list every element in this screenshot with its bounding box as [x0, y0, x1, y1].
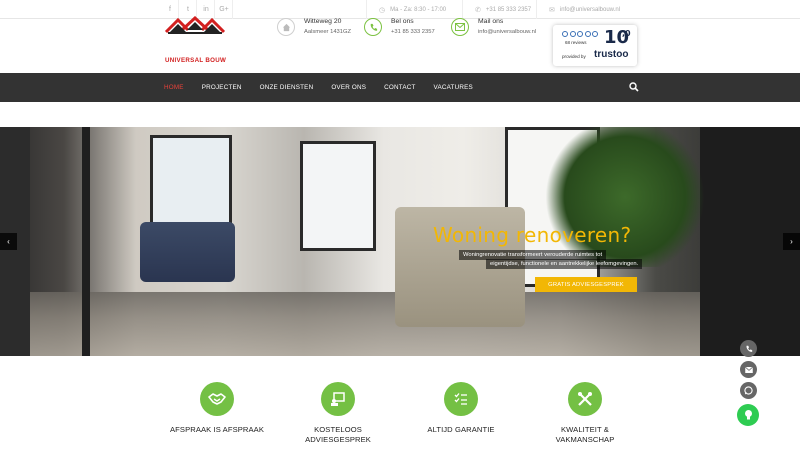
- call-number[interactable]: +31 85 333 2357: [391, 27, 435, 37]
- phone-icon: [745, 345, 752, 352]
- nav-menu: HOME PROJECTEN ONZE DIENSTEN OVER ONS CO…: [164, 73, 491, 102]
- hero-slider: Woning renoveren? Woningrenovatie transf…: [0, 127, 800, 356]
- nav-item-vacatures[interactable]: VACATURES: [434, 84, 473, 91]
- float-phone-button[interactable]: [740, 340, 757, 357]
- envelope-icon: ✉: [549, 6, 555, 14]
- header-address: Witteweg 20 Aalsmeer 1431GZ: [277, 17, 351, 37]
- main-navigation: HOME PROJECTEN ONZE DIENSTEN OVER ONS CO…: [0, 73, 800, 102]
- mail-address[interactable]: info@universalbouw.nl: [478, 27, 536, 37]
- checklist-icon: [444, 382, 478, 416]
- search-icon[interactable]: [629, 82, 639, 92]
- float-whatsapp-button[interactable]: [740, 382, 757, 399]
- review-count: 68 reviews: [565, 40, 587, 45]
- logo-text: UNIVERSAL BOUW: [165, 57, 227, 64]
- feature-label: KOSTELOOS ADVIESGESPREK: [305, 425, 371, 444]
- call-label: Bel ons: [391, 18, 414, 25]
- hero-subtext-line2: eigentijdse, functionele en aantrekkelij…: [486, 259, 643, 269]
- nav-item-projecten[interactable]: PROJECTEN: [202, 84, 242, 91]
- rating-stars-icon: [562, 31, 600, 37]
- nav-item-home[interactable]: HOME: [164, 84, 184, 91]
- logo-icon[interactable]: [164, 16, 226, 52]
- handshake-icon: [200, 382, 234, 416]
- topbar-phone-text: +31 85 333 2357: [485, 6, 532, 13]
- nav-item-over-ons[interactable]: OVER ONS: [331, 84, 366, 91]
- tools-icon: [568, 382, 602, 416]
- feature-label: AFSPRAAK IS AFSPRAAK: [170, 425, 264, 434]
- consultation-icon: [321, 382, 355, 416]
- feature-adviesgesprek: KOSTELOOS ADVIESGESPREK: [278, 382, 398, 445]
- mail-label: Mail ons: [478, 18, 504, 25]
- hero-headline: Woning renoveren?: [433, 223, 632, 247]
- header-call[interactable]: Bel ons +31 85 333 2357: [364, 17, 435, 37]
- envelope-icon: [451, 18, 469, 36]
- chat-icon: [744, 410, 752, 420]
- float-chat-button[interactable]: [737, 404, 759, 426]
- nav-item-contact[interactable]: CONTACT: [384, 84, 415, 91]
- opening-hours-text: Ma - Za: 8:30 - 17:00: [390, 6, 447, 13]
- envelope-icon: [744, 366, 753, 373]
- trustoo-logo: trustoo: [594, 49, 629, 60]
- hero-door-frame: [82, 127, 90, 356]
- feature-label: ALTIJD GARANTIE: [427, 425, 495, 434]
- header-mail[interactable]: Mail ons info@universalbouw.nl: [451, 17, 536, 37]
- home-icon: [277, 18, 295, 36]
- trustoo-badge[interactable]: 68 reviews 10 ,0 provided by trustoo: [553, 25, 637, 66]
- feature-kwaliteit: KWALITEIT & VAKMANSCHAP: [525, 382, 645, 445]
- provided-by-text: provided by: [562, 54, 586, 59]
- hero-window-mid: [300, 141, 376, 251]
- float-email-button[interactable]: [740, 361, 757, 378]
- whatsapp-icon: [744, 386, 753, 395]
- feature-afspraak: AFSPRAAK IS AFSPRAAK: [157, 382, 277, 435]
- nav-item-onze-diensten[interactable]: ONZE DIENSTEN: [260, 84, 314, 91]
- address-line1: Witteweg 20: [304, 18, 342, 25]
- slider-next-button[interactable]: ›: [783, 233, 800, 250]
- feature-label: KWALITEIT & VAKMANSCHAP: [555, 425, 615, 444]
- hero-armchair-blue: [140, 222, 235, 282]
- feature-garantie: ALTIJD GARANTIE: [401, 382, 521, 435]
- topbar-email-text: info@universalbouw.nl: [559, 6, 621, 13]
- address-line2: Aalsmeer 1431GZ: [304, 29, 352, 35]
- phone-icon: ✆: [475, 6, 481, 14]
- cta-button[interactable]: GRATIS ADVIESGESPREK: [535, 277, 637, 292]
- topbar-email[interactable]: ✉ info@universalbouw.nl: [536, 0, 620, 19]
- phone-icon: [364, 18, 382, 36]
- slider-prev-button[interactable]: ‹: [0, 233, 17, 250]
- rating-score-decimal: ,0: [622, 29, 631, 38]
- clock-icon: ◷: [379, 6, 386, 14]
